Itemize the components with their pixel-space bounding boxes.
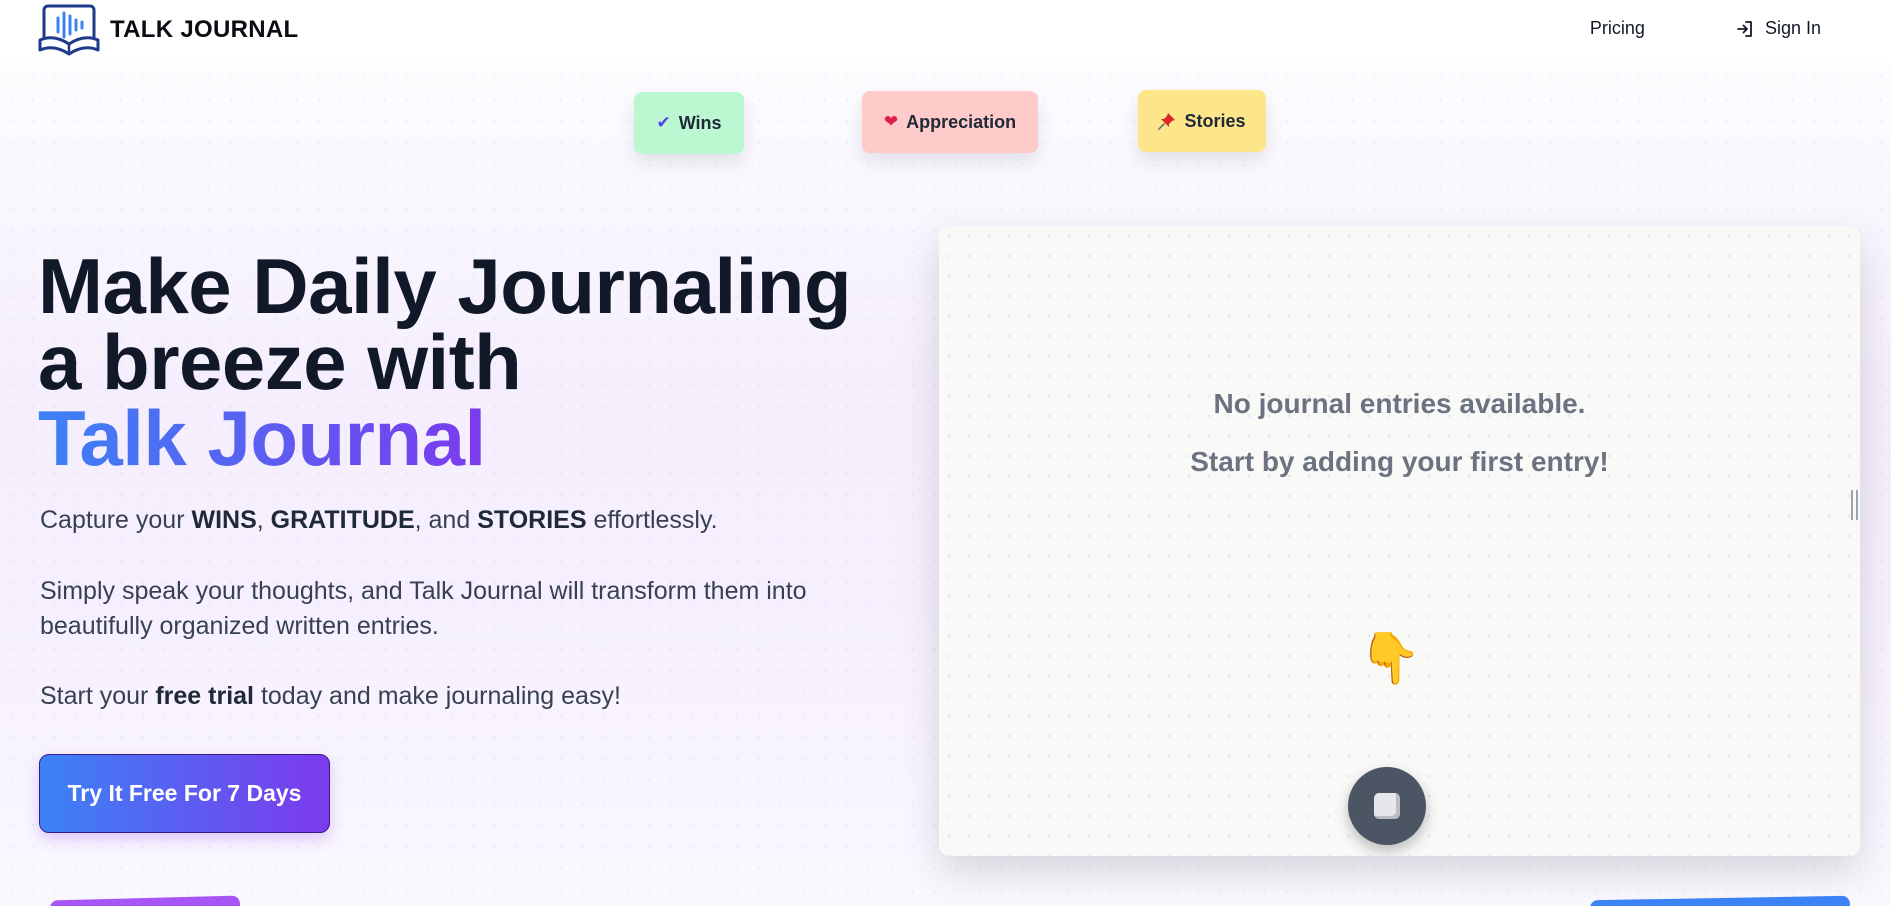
record-button[interactable] [1348,767,1426,845]
hero-description: Simply speak your thoughts, and Talk Jou… [40,577,807,640]
tagline-text: , [256,506,271,534]
trial-free-trial: free trial [155,682,254,710]
decorative-bar-left [49,895,241,906]
login-arrow-icon [1737,20,1752,37]
note-stories[interactable]: Stories [1138,90,1266,152]
stop-square-icon [1374,793,1400,819]
pointing-down-icon: 👇 [1359,629,1422,687]
tagline-text: effortlessly. [586,506,718,534]
brand-name: TALK JOURNAL [110,16,299,43]
site-header: TALK JOURNAL Pricing Sign In [0,0,1891,62]
trial-text: today and make journaling easy! [254,682,621,710]
tagline-stories: STORIES [477,506,587,534]
tagline-text: , and [414,506,478,534]
top-nav: Pricing Sign In [1590,18,1821,39]
checkmark-icon: ✔ [656,113,671,133]
empty-state-hint: Start by adding your first entry! [1190,446,1609,477]
nav-sign-in-link[interactable]: Sign In [1735,18,1821,39]
pushpin-icon [1158,113,1176,130]
sign-in-label: Sign In [1764,18,1821,38]
hero-trial-text: Start your free trial today and make jou… [40,679,621,714]
note-wins-label: Wins [678,112,722,133]
hero-title-line2: a breeze with [38,318,522,406]
hero-title-line1: Make Daily Journaling [38,242,852,330]
tagline-wins: WINS [191,506,257,534]
tagline-gratitude: GRATITUDE [270,506,415,534]
decorative-bar-right [1589,895,1851,906]
note-wins[interactable]: ✔ Wins [634,92,744,154]
book-with-soundwave-icon [38,4,100,56]
brand-logo[interactable]: TALK JOURNAL [38,4,298,56]
empty-state-message: No journal entries available. [1213,388,1586,419]
note-appreciation[interactable]: ❤ Appreciation [862,91,1038,153]
hero-title: Make Daily Journaling a breeze with Talk… [38,247,852,477]
tagline-text: Capture your [40,506,192,534]
heart-icon: ❤ [883,112,899,132]
resize-handle[interactable] [1851,490,1858,520]
journal-panel: No journal entries available. Start by a… [939,226,1860,856]
try-free-button[interactable]: Try It Free For 7 Days [39,754,330,833]
note-appreciation-label: Appreciation [906,111,1017,132]
hero-title-brand: Talk Journal [38,394,486,482]
hero-tagline: Capture your WINS, GRATITUDE, and STORIE… [40,503,718,538]
nav-pricing-link[interactable]: Pricing [1590,18,1645,39]
trial-text: Start your [40,682,156,710]
note-stories-label: Stories [1184,110,1246,131]
